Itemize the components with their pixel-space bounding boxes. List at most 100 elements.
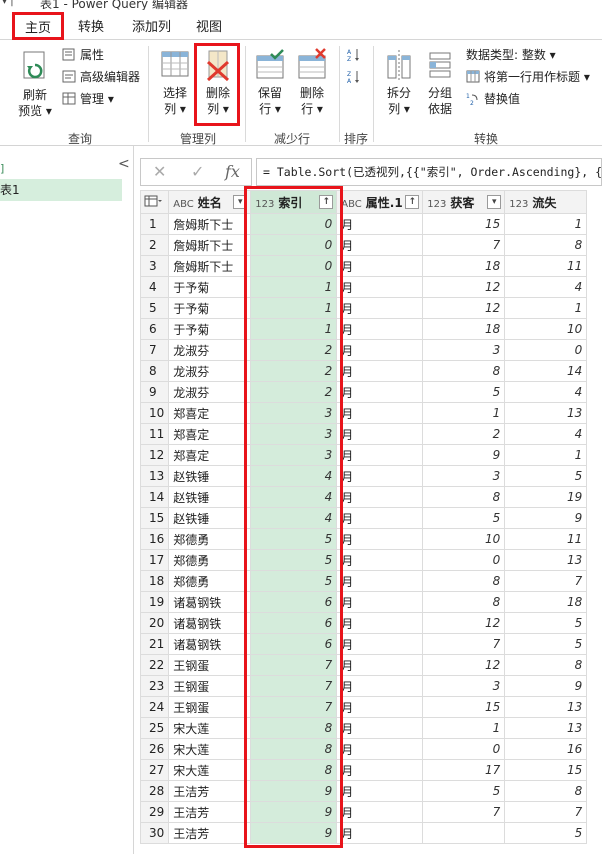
cell-index[interactable]: 3 xyxy=(250,402,338,424)
sort-filter-icon[interactable]: ↑ xyxy=(405,195,420,209)
cell-index[interactable]: 7 xyxy=(250,675,338,697)
cell-churn[interactable]: 4 xyxy=(504,423,588,445)
cell-index[interactable]: 2 xyxy=(250,360,338,382)
cell-name[interactable]: 宋大莲 xyxy=(168,738,252,760)
cell-index[interactable]: 8 xyxy=(250,759,338,781)
cell-index[interactable]: 4 xyxy=(250,507,338,529)
cell-acquire[interactable]: 3 xyxy=(422,465,506,487)
cell-churn[interactable]: 1 xyxy=(504,444,588,466)
cell-name[interactable]: 郑喜定 xyxy=(168,402,252,424)
cell-acquire[interactable]: 7 xyxy=(422,234,506,256)
cell-name[interactable]: 詹姆斯下士 xyxy=(168,234,252,256)
table-row[interactable]: 8 龙淑芬 2 月 8 14 xyxy=(139,360,588,382)
cell-index[interactable]: 3 xyxy=(250,423,338,445)
cell-attribute[interactable]: 月 xyxy=(336,465,424,487)
cell-name[interactable]: 郑德勇 xyxy=(168,528,252,550)
cell-name[interactable]: 王洁芳 xyxy=(168,822,252,844)
table-row[interactable]: 26 宋大莲 8 月 0 16 xyxy=(139,738,588,760)
cell-attribute[interactable]: 月 xyxy=(336,528,424,550)
table-row[interactable]: 20 诸葛钢铁 6 月 12 5 xyxy=(139,612,588,634)
collapse-pane-icon[interactable]: < xyxy=(118,156,130,172)
cell-attribute[interactable]: 月 xyxy=(336,549,424,571)
cell-attribute[interactable]: 月 xyxy=(336,402,424,424)
refresh-preview-button[interactable]: 刷新 预览 ▾ xyxy=(12,50,58,119)
cell-acquire[interactable]: 17 xyxy=(422,759,506,781)
sort-descending-button[interactable]: ZA xyxy=(347,68,365,86)
cell-acquire[interactable]: 18 xyxy=(422,255,506,277)
cell-name[interactable]: 龙淑芬 xyxy=(168,381,252,403)
cell-name[interactable]: 诸葛钢铁 xyxy=(168,591,252,613)
table-row[interactable]: 4 于予菊 1 月 12 4 xyxy=(139,276,588,298)
cell-attribute[interactable]: 月 xyxy=(336,507,424,529)
cell-attribute[interactable]: 月 xyxy=(336,423,424,445)
cell-acquire[interactable]: 7 xyxy=(422,801,506,823)
column-header-name[interactable]: ABC 姓名 ▾ xyxy=(168,190,252,214)
cell-name[interactable]: 王钢蛋 xyxy=(168,696,252,718)
cell-attribute[interactable]: 月 xyxy=(336,759,424,781)
cell-name[interactable]: 于予菊 xyxy=(168,297,252,319)
cell-churn[interactable]: 13 xyxy=(504,696,588,718)
cell-attribute[interactable]: 月 xyxy=(336,381,424,403)
cell-name[interactable]: 龙淑芬 xyxy=(168,360,252,382)
table-row[interactable]: 2 詹姆斯下士 0 月 7 8 xyxy=(139,234,588,256)
tab-add-column[interactable]: 添加列 xyxy=(132,16,171,35)
cell-churn[interactable]: 4 xyxy=(504,381,588,403)
cell-acquire[interactable]: 8 xyxy=(422,591,506,613)
type-text-icon[interactable]: ABC xyxy=(341,199,362,210)
table-row[interactable]: 3 詹姆斯下士 0 月 18 11 xyxy=(139,255,588,277)
sort-ascending-button[interactable]: AZ xyxy=(347,46,365,64)
group-by-button[interactable]: 分组 依据 xyxy=(420,48,460,117)
table-row[interactable]: 25 宋大莲 8 月 1 13 xyxy=(139,717,588,739)
table-row[interactable]: 12 郑喜定 3 月 9 1 xyxy=(139,444,588,466)
cell-index[interactable]: 0 xyxy=(250,255,338,277)
cell-index[interactable]: 7 xyxy=(250,654,338,676)
cell-acquire[interactable]: 12 xyxy=(422,276,506,298)
cell-attribute[interactable]: 月 xyxy=(336,234,424,256)
cell-name[interactable]: 郑喜定 xyxy=(168,444,252,466)
table-row[interactable]: 19 诸葛钢铁 6 月 8 18 xyxy=(139,591,588,613)
cell-name[interactable]: 王钢蛋 xyxy=(168,654,252,676)
cell-attribute[interactable]: 月 xyxy=(336,570,424,592)
cell-churn[interactable]: 8 xyxy=(504,654,588,676)
cell-churn[interactable]: 7 xyxy=(504,570,588,592)
cell-acquire[interactable] xyxy=(422,822,506,844)
choose-columns-button[interactable]: 选择 列 ▾ xyxy=(154,48,196,117)
cell-index[interactable]: 6 xyxy=(250,612,338,634)
data-type-dropdown[interactable]: 数据类型: 整数 ▾ xyxy=(466,46,556,64)
cell-acquire[interactable]: 0 xyxy=(422,549,506,571)
cell-churn[interactable]: 14 xyxy=(504,360,588,382)
cell-attribute[interactable]: 月 xyxy=(336,675,424,697)
cell-attribute[interactable]: 月 xyxy=(336,633,424,655)
type-text-icon[interactable]: ABC xyxy=(173,199,194,210)
table-row[interactable]: 5 于予菊 1 月 12 1 xyxy=(139,297,588,319)
cell-name[interactable]: 郑喜定 xyxy=(168,423,252,445)
cell-churn[interactable]: 9 xyxy=(504,507,588,529)
cell-index[interactable]: 4 xyxy=(250,465,338,487)
cell-name[interactable]: 于予菊 xyxy=(168,318,252,340)
cell-index[interactable]: 0 xyxy=(250,234,338,256)
filter-dropdown-icon[interactable]: ▾ xyxy=(487,195,502,209)
cell-acquire[interactable]: 3 xyxy=(422,339,506,361)
table-row[interactable]: 15 赵铁锤 4 月 5 9 xyxy=(139,507,588,529)
type-number-icon[interactable]: 123 xyxy=(509,199,528,210)
cell-index[interactable]: 5 xyxy=(250,528,338,550)
type-number-icon[interactable]: 123 xyxy=(255,199,274,210)
cell-index[interactable]: 3 xyxy=(250,444,338,466)
table-row[interactable]: 23 王钢蛋 7 月 3 9 xyxy=(139,675,588,697)
cell-churn[interactable]: 11 xyxy=(504,255,588,277)
select-all-table-icon[interactable] xyxy=(139,190,170,214)
remove-rows-button[interactable]: 删除 行 ▾ xyxy=(292,48,332,117)
cell-churn[interactable]: 1 xyxy=(504,297,588,319)
cell-attribute[interactable]: 月 xyxy=(336,612,424,634)
cell-name[interactable]: 王洁芳 xyxy=(168,780,252,802)
cell-attribute[interactable]: 月 xyxy=(336,360,424,382)
table-row[interactable]: 1 詹姆斯下士 0 月 15 1 xyxy=(139,213,588,235)
use-first-row-as-headers-button[interactable]: 将第一行用作标题 ▾ xyxy=(466,68,590,86)
cell-attribute[interactable]: 月 xyxy=(336,255,424,277)
cell-attribute[interactable]: 月 xyxy=(336,486,424,508)
table-row[interactable]: 11 郑喜定 3 月 2 4 xyxy=(139,423,588,445)
cell-attribute[interactable]: 月 xyxy=(336,780,424,802)
table-row[interactable]: 7 龙淑芬 2 月 3 0 xyxy=(139,339,588,361)
replace-values-button[interactable]: 1 2 替换值 xyxy=(466,90,520,108)
table-row[interactable]: 29 王洁芳 9 月 7 7 xyxy=(139,801,588,823)
